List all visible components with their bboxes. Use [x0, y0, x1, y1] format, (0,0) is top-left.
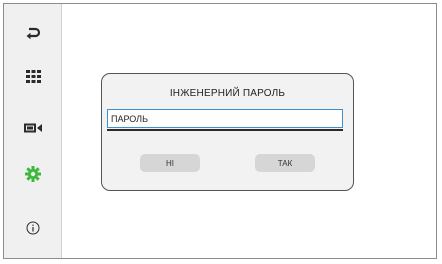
- main-content: ІНЖЕНЕРНИЙ ПАРОЛЬ НІ ТАК: [62, 4, 436, 258]
- password-underline: [107, 129, 343, 131]
- info-icon: [26, 221, 40, 240]
- sidebar-item-apps[interactable]: [19, 65, 47, 93]
- password-input[interactable]: [107, 109, 343, 128]
- no-button[interactable]: НІ: [140, 154, 200, 172]
- dialog-title: ІНЖЕНЕРНИЙ ПАРОЛЬ: [169, 88, 286, 99]
- sidebar-item-back[interactable]: [19, 21, 47, 49]
- sidebar-item-settings[interactable]: [19, 162, 47, 190]
- camera-icon: [24, 121, 42, 139]
- back-icon: [25, 25, 41, 46]
- yes-button[interactable]: ТАК: [255, 154, 315, 172]
- sidebar-item-camera[interactable]: [19, 116, 47, 144]
- engineer-password-dialog: ІНЖЕНЕРНИЙ ПАРОЛЬ НІ ТАК: [101, 73, 354, 191]
- sidebar-item-info[interactable]: [19, 216, 47, 244]
- apps-grid-icon: [25, 70, 41, 88]
- device-screen: ІНЖЕНЕРНИЙ ПАРОЛЬ НІ ТАК: [3, 3, 437, 259]
- settings-gear-icon: [25, 165, 41, 187]
- sidebar: [4, 4, 62, 258]
